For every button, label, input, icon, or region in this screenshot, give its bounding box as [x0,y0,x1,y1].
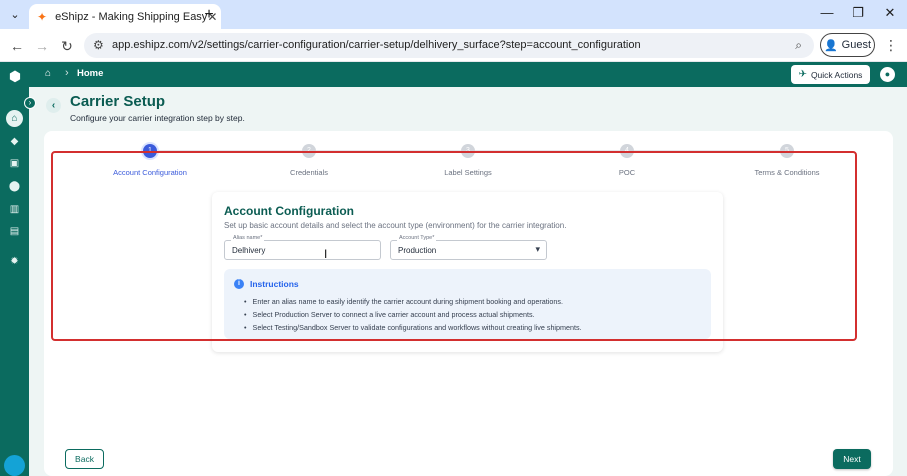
step-poc[interactable]: 4 POC [567,144,687,177]
sidebar: ⬢ ⌂ ◆ ▣ ⬤ ▥ ▤ ✹ [0,62,29,476]
instructions-list: Enter an alias name to easily identify t… [244,295,582,334]
analytics-icon[interactable]: ▥ [6,201,23,218]
chat-support-icon[interactable] [4,455,25,476]
shipments-icon[interactable]: ◆ [6,133,23,150]
step-account-configuration[interactable]: 1 Account Configuration [90,144,210,177]
step-number: 4 [620,144,634,158]
reload-icon[interactable]: ↻ [58,37,76,55]
info-icon: i [234,279,244,289]
page-subtitle: Configure your carrier integration step … [70,113,245,123]
form-title: Account Configuration [224,204,354,218]
account-type-value: Production [398,246,437,255]
browser-menu-icon[interactable]: ⋮ [884,37,898,54]
step-label-settings[interactable]: 3 Label Settings [408,144,528,177]
step-number: 1 [143,144,157,158]
next-button[interactable]: Next [833,449,871,469]
eshipz-favicon-icon: ✦ [37,9,48,24]
instruction-item: Enter an alias name to easily identify t… [244,295,582,308]
profile-label: Guest [841,39,872,51]
orders-icon[interactable]: ▣ [6,155,23,172]
address-bar[interactable]: ⚙ app.eshipz.com/v2/settings/carrier-con… [84,33,814,58]
quick-actions-label: Quick Actions [810,69,863,80]
step-label: Label Settings [444,168,492,177]
zoom-icon[interactable]: ⌕ [795,38,802,53]
user-avatar-icon[interactable]: ● [880,67,895,82]
dropdown-caret-icon: ▾ [535,244,540,254]
site-info-icon[interactable]: ⚙ [93,38,104,52]
minimize-icon[interactable]: — [817,5,837,20]
step-label: Credentials [290,168,328,177]
account-type-select[interactable]: Account Type* Production ▾ [390,235,547,260]
breadcrumb-home[interactable]: Home [77,68,103,79]
step-terms-conditions[interactable]: 5 Terms & Conditions [727,144,847,177]
url-text: app.eshipz.com/v2/settings/carrier-confi… [112,39,641,51]
quick-actions-button[interactable]: ✈ Quick Actions [791,65,870,84]
tab-title: eShipz - Making Shipping Easy [55,10,208,23]
back-button[interactable]: Back [65,449,104,469]
text-cursor-icon: I [324,247,328,261]
step-number: 5 [780,144,794,158]
alias-name-input[interactable]: Alias name* Delhivery [224,235,381,260]
alias-name-label: Alias name* [231,235,265,241]
restore-icon[interactable]: ❐ [848,5,868,21]
settings-gear-icon[interactable]: ✹ [6,253,23,270]
forward-arrow-icon[interactable]: → [33,37,51,55]
eshipz-logo-icon[interactable]: ⬢ [5,68,25,86]
profile-button[interactable]: 👤 Guest [820,33,875,57]
step-number: 2 [302,144,316,158]
step-number: 3 [461,144,475,158]
form-subtitle: Set up basic account details and select … [224,221,567,230]
instruction-item: Select Testing/Sandbox Server to validat… [244,321,582,334]
new-tab-icon[interactable]: + [200,6,218,24]
breadcrumb-home-icon[interactable]: ⌂ [45,68,51,79]
instructions-box: i Instructions Enter an alias name to ea… [224,269,711,339]
account-type-label: Account Type* [397,235,437,241]
rocket-icon: ✈ [798,69,807,80]
person-icon: 👤 [823,39,838,52]
browser-toolbar: ← → ↻ ⚙ app.eshipz.com/v2/settings/carri… [0,29,907,62]
step-credentials[interactable]: 2 Credentials [249,144,369,177]
instruction-item: Select Production Server to connect a li… [244,308,582,321]
back-arrow-icon[interactable]: ← [8,37,26,55]
tab-search-icon[interactable]: ⌄ [6,6,24,24]
sidebar-expand-icon[interactable]: › [24,97,36,109]
instructions-title: Instructions [250,279,299,289]
breadcrumb-separator-icon: › [65,67,69,79]
page-back-icon[interactable]: ‹ [46,98,61,113]
browser-tab-bar: ⌄ ✦ eShipz - Making Shipping Easy ✕ + — … [0,0,907,29]
alias-name-value: Delhivery [232,246,266,255]
reports-icon[interactable]: ▤ [6,223,23,240]
page-title: Carrier Setup [70,93,166,110]
home-icon[interactable]: ⌂ [6,110,23,127]
step-label: Terms & Conditions [754,168,820,177]
shield-icon[interactable]: ⬤ [6,178,23,195]
browser-tab[interactable]: ✦ eShipz - Making Shipping Easy ✕ [29,4,221,29]
step-label: Account Configuration [113,168,187,177]
app-header: ⌂ › Home ✈ Quick Actions ● [29,62,907,87]
window-close-icon[interactable]: ✕ [880,5,900,21]
step-label: POC [618,168,636,177]
